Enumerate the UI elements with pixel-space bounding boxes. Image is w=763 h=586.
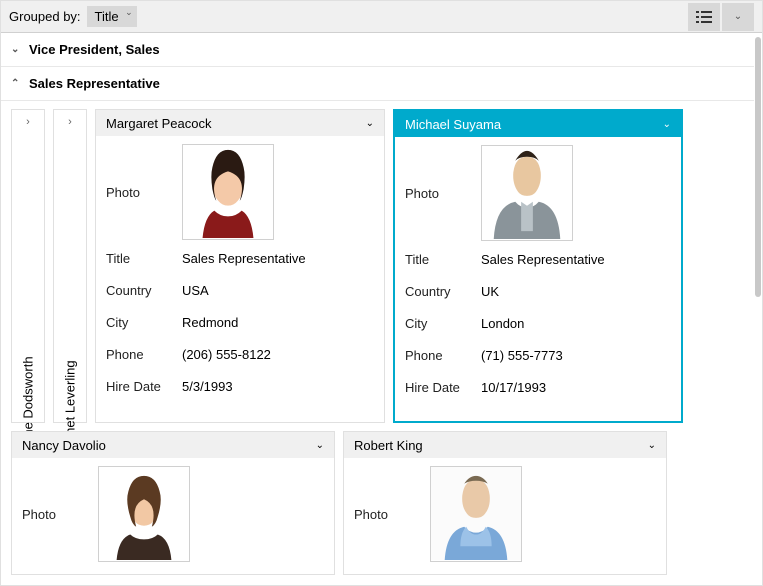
collapsed-card-anne[interactable]: › Anne Dodsworth bbox=[11, 109, 45, 423]
chevron-down-icon: ⌄ bbox=[734, 11, 742, 22]
field-label-country: Country bbox=[106, 283, 182, 298]
card-title: Robert King bbox=[354, 438, 423, 453]
card-margaret-peacock[interactable]: Margaret Peacock ⌄ Photo bbox=[95, 109, 385, 423]
view-dropdown-button[interactable]: ⌄ bbox=[722, 3, 754, 31]
field-label-photo: Photo bbox=[22, 507, 98, 522]
field-value-phone: (206) 555-8122 bbox=[182, 347, 374, 362]
card-header[interactable]: Nancy Davolio ⌄ bbox=[12, 432, 334, 458]
field-label-phone: Phone bbox=[106, 347, 182, 362]
field-value-hiredate: 5/3/1993 bbox=[182, 379, 374, 394]
chevron-up-icon: ⌃ bbox=[11, 78, 29, 89]
field-value-country: UK bbox=[481, 284, 671, 299]
chevron-down-icon[interactable]: ⌄ bbox=[366, 118, 374, 129]
card-robert-king[interactable]: Robert King ⌄ Photo bbox=[343, 431, 667, 575]
group-label: Vice President, Sales bbox=[29, 42, 160, 57]
card-nancy-davolio[interactable]: Nancy Davolio ⌄ Photo bbox=[11, 431, 335, 575]
field-value-hiredate: 10/17/1993 bbox=[481, 380, 671, 395]
person-icon bbox=[482, 145, 572, 240]
field-label-phone: Phone bbox=[405, 348, 481, 363]
toolbar: Grouped by: Title ⌄ ⌄ bbox=[1, 1, 762, 33]
field-value-country: USA bbox=[182, 283, 374, 298]
field-label-hiredate: Hire Date bbox=[106, 379, 182, 394]
chevron-right-icon: › bbox=[26, 116, 30, 128]
photo bbox=[481, 145, 573, 241]
field-value-title: Sales Representative bbox=[481, 252, 671, 267]
scrollbar-thumb[interactable] bbox=[755, 37, 761, 297]
group-chip-text: Title bbox=[95, 9, 119, 24]
chevron-down-icon[interactable]: ⌄ bbox=[663, 119, 671, 130]
card-title: Nancy Davolio bbox=[22, 438, 106, 453]
field-label-hiredate: Hire Date bbox=[405, 380, 481, 395]
card-title: Michael Suyama bbox=[405, 117, 501, 132]
photo bbox=[182, 144, 274, 240]
field-label-country: Country bbox=[405, 284, 481, 299]
chevron-down-icon: ⌄ bbox=[125, 7, 133, 18]
chevron-down-icon[interactable]: ⌄ bbox=[648, 440, 656, 451]
card-header[interactable]: Michael Suyama ⌄ bbox=[395, 111, 681, 137]
chevron-down-icon[interactable]: ⌄ bbox=[316, 440, 324, 451]
field-value-phone: (71) 555-7773 bbox=[481, 348, 671, 363]
group-header-vp-sales[interactable]: ⌄ Vice President, Sales bbox=[1, 33, 754, 67]
field-value-title: Sales Representative bbox=[182, 251, 374, 266]
scrollbar[interactable] bbox=[755, 37, 761, 581]
field-value-city: London bbox=[481, 316, 671, 331]
photo bbox=[98, 466, 190, 562]
field-label-city: City bbox=[405, 316, 481, 331]
card-title: Margaret Peacock bbox=[106, 116, 212, 131]
field-label-title: Title bbox=[106, 251, 182, 266]
card-header[interactable]: Margaret Peacock ⌄ bbox=[96, 110, 384, 136]
person-icon bbox=[431, 466, 521, 561]
field-value-city: Redmond bbox=[182, 315, 374, 330]
photo bbox=[430, 466, 522, 562]
group-chip-title[interactable]: Title ⌄ bbox=[87, 6, 137, 27]
chevron-right-icon: › bbox=[68, 116, 72, 128]
chevron-down-icon: ⌄ bbox=[11, 44, 29, 55]
grouped-by-label: Grouped by: bbox=[9, 9, 81, 24]
field-label-city: City bbox=[106, 315, 182, 330]
list-icon bbox=[696, 10, 712, 24]
card-header[interactable]: Robert King ⌄ bbox=[344, 432, 666, 458]
person-icon bbox=[183, 144, 273, 239]
person-icon bbox=[99, 466, 189, 561]
collapsed-card-janet[interactable]: › Janet Leverling bbox=[53, 109, 87, 423]
list-view-button[interactable] bbox=[688, 3, 720, 31]
group-label: Sales Representative bbox=[29, 76, 160, 91]
field-label-title: Title bbox=[405, 252, 481, 267]
field-label-photo: Photo bbox=[106, 185, 182, 200]
field-label-photo: Photo bbox=[405, 186, 481, 201]
card-michael-suyama[interactable]: Michael Suyama ⌄ Photo bbox=[393, 109, 683, 423]
field-label-photo: Photo bbox=[354, 507, 430, 522]
group-header-sales-rep[interactable]: ⌃ Sales Representative bbox=[1, 67, 754, 101]
